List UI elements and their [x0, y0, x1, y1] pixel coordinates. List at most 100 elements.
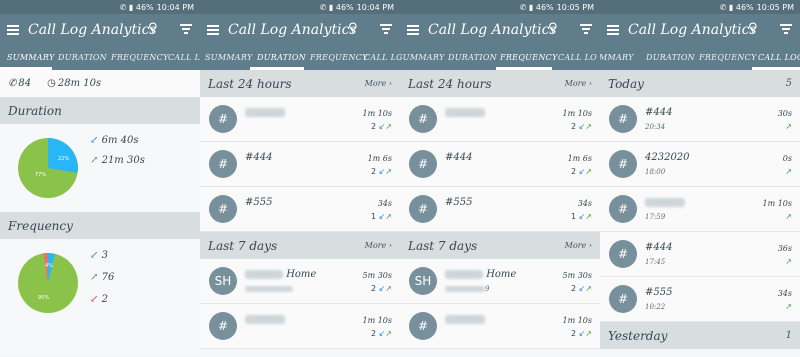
avatar: # — [409, 195, 437, 223]
call-count: 2 ↙↗ — [370, 122, 392, 131]
list-item[interactable]: # #444 1m 6s 2 ↙↗ — [200, 142, 400, 187]
call-duration: 36s — [777, 244, 792, 253]
filter-icon[interactable] — [380, 24, 392, 34]
frequency-section-title: Frequency — [8, 218, 73, 233]
list-item[interactable]: # #444 1m 6s 2 ↙↗ — [400, 142, 600, 187]
avatar: # — [409, 105, 437, 133]
call-count: 1 ↙↗ — [570, 212, 592, 221]
menu-icon[interactable] — [607, 25, 619, 35]
menu-icon[interactable] — [207, 25, 219, 35]
menu-icon[interactable] — [407, 25, 419, 35]
incoming-arrow-icon: ↙ — [90, 250, 99, 261]
contact-name: #444 — [645, 107, 673, 118]
tab-summary[interactable]: MMARY — [600, 53, 634, 62]
list-item[interactable]: SH Home 5m 30s 2 ↙↗ — [200, 259, 400, 304]
search-icon[interactable]: ⚲ — [348, 21, 358, 36]
menu-icon[interactable] — [7, 25, 19, 35]
call-count: 2 ↙↗ — [570, 329, 592, 338]
tab-frequency[interactable]: FREQUENCY — [111, 53, 169, 62]
call-count: 2 ↙↗ — [570, 284, 592, 293]
call-duration: 1m 10s — [562, 109, 592, 118]
tab-frequency[interactable]: FREQUENCY — [310, 53, 368, 62]
missed-arrow-icon: ↙ — [90, 294, 99, 305]
tab-duration[interactable]: DURATION — [257, 53, 306, 62]
search-icon[interactable]: ⚲ — [148, 21, 158, 36]
frequency-pie-chart: 4% 95% — [18, 252, 78, 313]
summary-totals: ✆ 84 ◷ 28m 10s — [0, 70, 200, 97]
yesterday-count: 1 — [785, 330, 792, 341]
active-tab-indicator — [752, 67, 800, 70]
list-item[interactable]: # 4232020 18:00 0s ↗ — [600, 142, 800, 187]
list-item[interactable]: # 1m 10s 2 ↙↗ — [400, 304, 600, 349]
more-link[interactable]: More › — [565, 241, 592, 250]
tab-frequency[interactable]: FREQUENCY — [699, 53, 757, 62]
last24-title: Last 24 hours — [408, 76, 492, 91]
more-link[interactable]: More › — [365, 79, 392, 88]
filter-icon[interactable] — [580, 24, 592, 34]
call-duration: 1m 10s — [762, 199, 792, 208]
tab-call-log[interactable]: CALL LO — [558, 53, 597, 62]
call-time: 17:59 — [645, 213, 666, 221]
duration-pie-outgoing-label: 77% — [35, 172, 46, 178]
filter-icon[interactable] — [180, 24, 192, 34]
more-link[interactable]: More › — [565, 79, 592, 88]
avatar: # — [209, 195, 237, 223]
search-icon[interactable]: ⚲ — [548, 21, 558, 36]
call-time: 17:45 — [645, 258, 666, 266]
contact-name: Home — [445, 269, 516, 280]
list-item[interactable]: # 1m 10s 2 ↙↗ — [400, 97, 600, 142]
search-icon[interactable]: ⚲ — [748, 21, 758, 36]
tab-summary[interactable]: SUMMARY — [7, 53, 55, 62]
list-item[interactable]: # #555 34s 1 ↙↗ — [200, 187, 400, 232]
call-duration: 1m 10s — [362, 316, 392, 325]
tab-duration[interactable]: DURATION — [58, 53, 107, 62]
avatar: # — [409, 312, 437, 340]
call-count: 2 ↙↗ — [370, 284, 392, 293]
avatar: # — [209, 105, 237, 133]
list-item[interactable]: # #444 20:34 30s ↗ — [600, 97, 800, 142]
status-signal: ✆ ▮ 46% — [719, 2, 754, 12]
list-item[interactable]: # 1m 10s 2 ↙↗ — [200, 304, 400, 349]
tab-call-log[interactable]: CALL LOG — [364, 53, 400, 62]
call-duration: 1m 10s — [562, 316, 592, 325]
avatar: # — [609, 105, 637, 133]
app-title: Call Log Analytics — [228, 22, 357, 38]
duration-section-header: Duration — [0, 97, 200, 124]
app-toolbar: Call Log Analytics ⚲ — [0, 14, 200, 46]
list-item[interactable]: # 17:59 1m 10s ↗ — [600, 187, 800, 232]
list-item[interactable]: SH Home 9 5m 30s 2 ↙↗ — [400, 259, 600, 304]
tab-duration[interactable]: DURATION — [448, 53, 497, 62]
calllog-panel: ✆ ▮ 46% 10:05 PM Call Log Analytics ⚲ MM… — [600, 0, 800, 357]
tab-frequency[interactable]: FREQUENCY — [500, 53, 558, 62]
tab-summary[interactable]: SUMMARY — [400, 53, 445, 62]
tab-call-log[interactable]: CALL LOG — [758, 53, 800, 62]
status-time: 10:04 PM — [356, 2, 394, 12]
contact-name — [645, 197, 685, 208]
list-item[interactable]: # #555 34s 1 ↙↗ — [400, 187, 600, 232]
call-duration: 0s — [782, 154, 792, 163]
contact-name: #555 — [445, 197, 473, 208]
avatar: # — [209, 312, 237, 340]
status-signal: ✆ ▮ 46% — [319, 2, 354, 12]
frequency-legend-missed: ↙ 2 — [90, 294, 108, 305]
list-item[interactable]: # 1m 10s 2 ↙↗ — [200, 97, 400, 142]
tab-summary[interactable]: SUMMARY — [205, 53, 253, 62]
list-item[interactable]: # #555 10:22 34s ↗ — [600, 277, 800, 322]
list-item[interactable]: # #444 17:45 36s ↗ — [600, 232, 800, 277]
outgoing-arrow-icon: ↗ — [785, 257, 792, 266]
last24-header: Last 24 hours More › — [400, 70, 600, 97]
outgoing-arrow-icon: ↗ — [785, 302, 792, 311]
outgoing-arrow-icon: ↗ — [385, 212, 392, 221]
tab-call-log[interactable]: CALL LO — [168, 53, 200, 62]
tab-bar: MMARY DURATION FREQUENCY CALL LOG — [600, 46, 800, 70]
status-time: 10:05 PM — [756, 2, 794, 12]
avatar: # — [609, 195, 637, 223]
call-time: 20:34 — [645, 123, 666, 131]
last24-title: Last 24 hours — [208, 76, 292, 91]
more-link[interactable]: More › — [365, 241, 392, 250]
filter-icon[interactable] — [780, 24, 792, 34]
app-toolbar: Call Log Analytics ⚲ — [600, 14, 800, 46]
tab-duration[interactable]: DURATION — [646, 53, 695, 62]
contact-name — [245, 314, 285, 325]
duration-incoming-value: 6m 40s — [101, 135, 139, 146]
